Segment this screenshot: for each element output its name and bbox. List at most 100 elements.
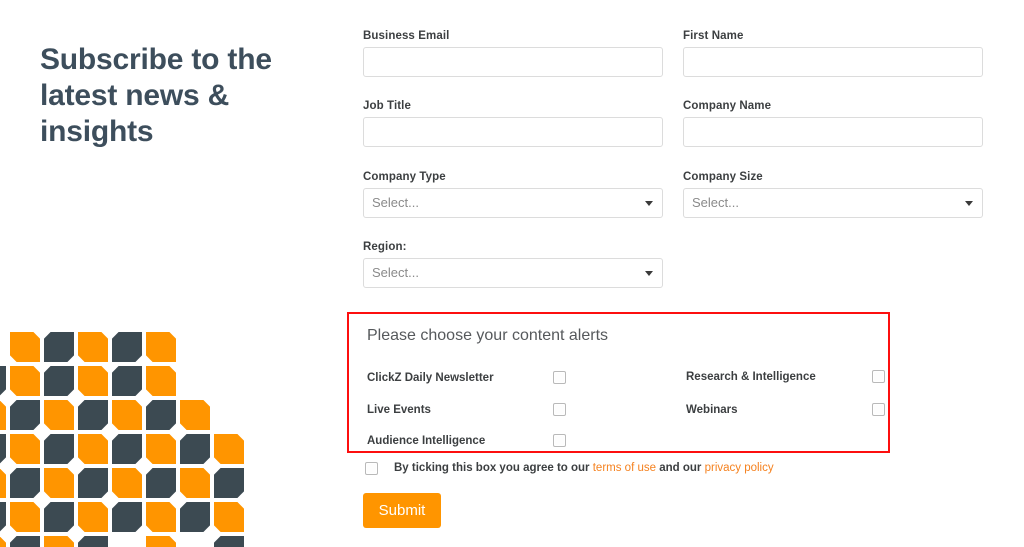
field-first-name: First Name: [683, 30, 983, 77]
pattern-slash-shape: [44, 468, 74, 498]
job-title-input[interactable]: [363, 117, 663, 147]
alert-checkbox-live-events[interactable]: [553, 403, 566, 416]
field-company-type: Company Type Select...: [363, 171, 663, 218]
label-company-name: Company Name: [683, 100, 772, 112]
company-size-value: Select...: [683, 188, 983, 218]
pattern-tile: [78, 400, 108, 430]
pattern-tile: [0, 502, 6, 532]
pattern-slash-shape: [214, 468, 244, 498]
pattern-tile: [146, 332, 176, 362]
pattern-tile: [10, 332, 40, 362]
pattern-tile: [146, 400, 176, 430]
pattern-slash-shape: [146, 366, 176, 396]
alert-checkbox-webinars[interactable]: [872, 403, 885, 416]
content-alerts-title: Please choose your content alerts: [367, 327, 609, 344]
pattern-tile: [112, 434, 142, 464]
company-type-select[interactable]: Select...: [363, 188, 663, 218]
pattern-tile: [112, 468, 142, 498]
pattern-slash-shape: [0, 468, 6, 498]
pattern-slash-shape: [0, 434, 6, 464]
field-region: Region: Select...: [363, 241, 663, 288]
alert-option-label: Live Events: [367, 404, 431, 416]
pattern-tile: [44, 366, 74, 396]
consent-text-middle: and our: [659, 462, 702, 474]
consent-row: By ticking this box you agree to our ter…: [363, 461, 983, 479]
alert-option-label: Webinars: [686, 404, 738, 416]
label-region: Region:: [363, 241, 407, 253]
pattern-tile: [0, 400, 6, 430]
pattern-slash-shape: [0, 400, 6, 430]
pattern-slash-shape: [44, 434, 74, 464]
pattern-slash-shape: [10, 434, 40, 464]
pattern-tile: [112, 366, 142, 396]
page-title: Subscribe to the latest news & insights: [40, 43, 272, 149]
label-first-name: First Name: [683, 30, 744, 42]
alert-checkbox-research-intelligence[interactable]: [872, 370, 885, 383]
pattern-tile: [10, 468, 40, 498]
label-company-type: Company Type: [363, 171, 446, 183]
pattern-slash-shape: [78, 502, 108, 532]
pattern-slash-shape: [112, 434, 142, 464]
pattern-tile: [180, 434, 210, 464]
company-size-select[interactable]: Select...: [683, 188, 983, 218]
pattern-slash-shape: [44, 400, 74, 430]
pattern-slash-shape: [78, 366, 108, 396]
pattern-tile: [44, 434, 74, 464]
first-name-input[interactable]: [683, 47, 983, 77]
pattern-slash-shape: [146, 400, 176, 430]
terms-of-use-link[interactable]: terms of use: [593, 462, 656, 474]
field-job-title: Job Title: [363, 100, 663, 147]
pattern-slash-shape: [112, 400, 142, 430]
pattern-slash-shape: [214, 434, 244, 464]
field-company-name: Company Name: [683, 100, 983, 147]
alert-checkbox-audience-intelligence[interactable]: [553, 434, 566, 447]
submit-button[interactable]: Submit: [363, 493, 441, 528]
pattern-slash-shape: [44, 332, 74, 362]
business-email-input[interactable]: [363, 47, 663, 77]
pattern-slash-shape: [78, 332, 108, 362]
alert-checkbox-clickz-daily-newsletter[interactable]: [553, 371, 566, 384]
pattern-tile: [78, 502, 108, 532]
pattern-slash-shape: [112, 502, 142, 532]
pattern-slash-shape: [112, 468, 142, 498]
pattern-slash-shape: [180, 434, 210, 464]
region-select[interactable]: Select...: [363, 258, 663, 288]
alert-option-label: Research & Intelligence: [686, 371, 816, 383]
pattern-tile: [78, 366, 108, 396]
pattern-slash-shape: [146, 468, 176, 498]
pattern-slash-shape: [10, 332, 40, 362]
pattern-tile: [214, 502, 244, 532]
pattern-grid: [0, 332, 276, 547]
pattern-slash-shape: [214, 502, 244, 532]
pattern-tile: [146, 434, 176, 464]
label-business-email: Business Email: [363, 30, 450, 42]
pattern-tile: [146, 366, 176, 396]
pattern-tile: [146, 502, 176, 532]
label-job-title: Job Title: [363, 100, 411, 112]
pattern-slash-shape: [78, 400, 108, 430]
label-company-size: Company Size: [683, 171, 763, 183]
pattern-tile: [146, 468, 176, 498]
left-panel: Subscribe to the latest news & insights: [0, 0, 340, 547]
pattern-slash-shape: [10, 400, 40, 430]
pattern-tile: [78, 332, 108, 362]
pattern-tile: [112, 400, 142, 430]
decorative-pattern: [0, 332, 276, 547]
pattern-tile: [10, 400, 40, 430]
content-alerts-panel: Please choose your content alerts ClickZ…: [347, 312, 890, 453]
pattern-tile: [0, 366, 6, 396]
field-company-size: Company Size Select...: [683, 171, 983, 218]
pattern-slash-shape: [112, 366, 142, 396]
region-value: Select...: [363, 258, 663, 288]
subscribe-form: Business Email First Name Job Title Comp…: [347, 0, 1003, 542]
pattern-tile: [180, 502, 210, 532]
pattern-tile: [44, 468, 74, 498]
consent-checkbox[interactable]: [365, 462, 378, 475]
pattern-slash-shape: [0, 502, 6, 532]
pattern-tile: [10, 434, 40, 464]
pattern-slash-shape: [146, 502, 176, 532]
pattern-tile: [214, 434, 244, 464]
company-name-input[interactable]: [683, 117, 983, 147]
pattern-tile: [0, 434, 6, 464]
privacy-policy-link[interactable]: privacy policy: [705, 462, 774, 474]
